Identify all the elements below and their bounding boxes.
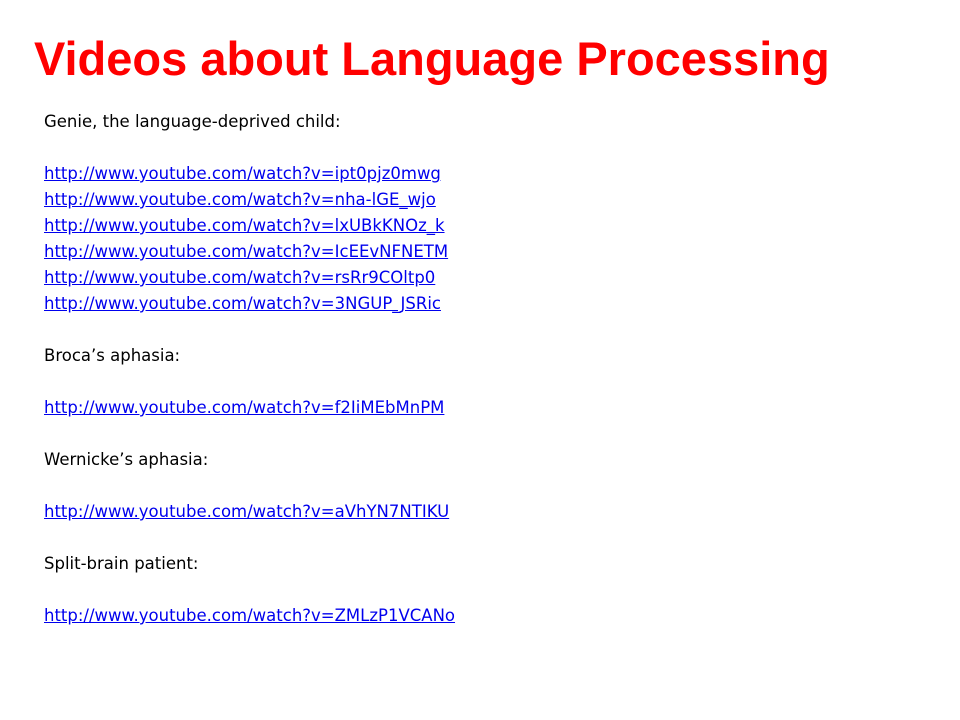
- section-wernicke: Wernicke’s aphasia: http://www.youtube.c…: [44, 447, 924, 551]
- video-link[interactable]: http://www.youtube.com/watch?v=f2IiMEbMn…: [44, 398, 444, 417]
- section-split-brain: Split-brain patient: http://www.youtube.…: [44, 551, 924, 629]
- video-link[interactable]: http://www.youtube.com/watch?v=3NGUP_JSR…: [44, 294, 441, 313]
- section-genie: Genie, the language-deprived child: http…: [44, 109, 924, 343]
- slide-title: Videos about Language Processing: [34, 32, 830, 85]
- list-item: http://www.youtube.com/watch?v=aVhYN7NTI…: [44, 499, 924, 525]
- section-heading: Genie, the language-deprived child:: [44, 112, 341, 131]
- slide: Videos about Language Processing Genie, …: [0, 0, 960, 720]
- list-item: http://www.youtube.com/watch?v=f2IiMEbMn…: [44, 395, 924, 421]
- list-item: http://www.youtube.com/watch?v=3NGUP_JSR…: [44, 291, 924, 317]
- section-heading: Broca’s aphasia:: [44, 346, 181, 365]
- link-list: http://www.youtube.com/watch?v=ZMLzP1VCA…: [44, 603, 924, 629]
- video-link[interactable]: http://www.youtube.com/watch?v=lxUBkKNOz…: [44, 216, 445, 235]
- list-item: http://www.youtube.com/watch?v=nha-lGE_w…: [44, 187, 924, 213]
- list-item: http://www.youtube.com/watch?v=IcEEvNFNE…: [44, 239, 924, 265]
- video-link[interactable]: http://www.youtube.com/watch?v=ipt0pjz0m…: [44, 164, 441, 183]
- section-broca: Broca’s aphasia: http://www.youtube.com/…: [44, 343, 924, 447]
- video-link[interactable]: http://www.youtube.com/watch?v=nha-lGE_w…: [44, 190, 436, 209]
- section-heading: Wernicke’s aphasia:: [44, 450, 209, 469]
- link-list: http://www.youtube.com/watch?v=aVhYN7NTI…: [44, 499, 924, 525]
- list-item: http://www.youtube.com/watch?v=ipt0pjz0m…: [44, 161, 924, 187]
- video-link[interactable]: http://www.youtube.com/watch?v=ZMLzP1VCA…: [44, 606, 455, 625]
- list-item: http://www.youtube.com/watch?v=lxUBkKNOz…: [44, 213, 924, 239]
- video-link[interactable]: http://www.youtube.com/watch?v=IcEEvNFNE…: [44, 242, 448, 261]
- video-link[interactable]: http://www.youtube.com/watch?v=aVhYN7NTI…: [44, 502, 449, 521]
- list-item: http://www.youtube.com/watch?v=rsRr9COlt…: [44, 265, 924, 291]
- video-link[interactable]: http://www.youtube.com/watch?v=rsRr9COlt…: [44, 268, 435, 287]
- slide-content: Genie, the language-deprived child: http…: [44, 109, 924, 629]
- link-list: http://www.youtube.com/watch?v=f2IiMEbMn…: [44, 395, 924, 421]
- link-list: http://www.youtube.com/watch?v=ipt0pjz0m…: [44, 161, 924, 317]
- list-item: http://www.youtube.com/watch?v=ZMLzP1VCA…: [44, 603, 924, 629]
- section-heading: Split-brain patient:: [44, 554, 199, 573]
